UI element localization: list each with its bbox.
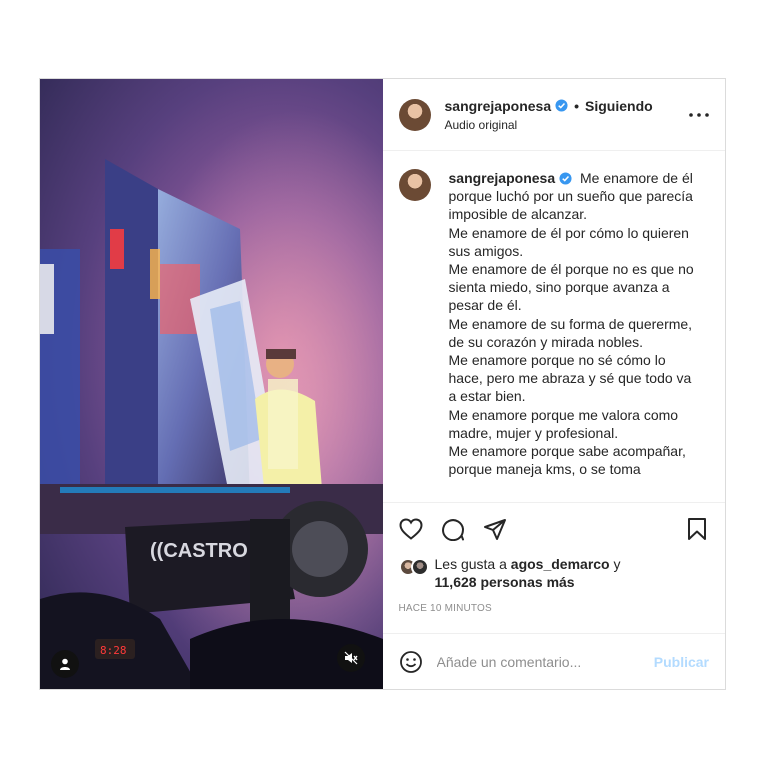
likes-text: Les gusta a agos_demarco y 11,628 person… (435, 555, 621, 591)
save-button[interactable] (685, 517, 709, 541)
liker-avatar[interactable] (410, 558, 429, 576)
likes-user-link[interactable]: agos_demarco (511, 556, 610, 572)
muted-audio-icon (344, 651, 358, 665)
author-line: sangrejaponesa • Siguiendo (445, 98, 688, 114)
instagram-post: ((CASTRO 8:28 sangrejaponesa • Siguiendo… (39, 78, 726, 690)
heart-icon (398, 518, 423, 540)
verified-badge-icon (555, 99, 568, 112)
post-video[interactable]: ((CASTRO 8:28 (40, 79, 383, 689)
emoji-icon[interactable] (399, 650, 423, 674)
comment-button[interactable] (441, 517, 465, 541)
more-options-icon (689, 112, 709, 117)
separator-dot: • (574, 97, 580, 114)
post-timestamp[interactable]: HACE 10 MINUTOS (383, 603, 726, 633)
following-button[interactable]: Siguiendo (585, 98, 653, 114)
caption-paragraph: Me enamore porque me valora como madre, … (448, 406, 679, 441)
audio-label[interactable]: Audio original (445, 118, 688, 132)
caption-area: sangrejaponesa Me enamore de él porque l… (382, 151, 725, 503)
caption-author-avatar[interactable] (398, 169, 431, 201)
author-username[interactable]: sangrejaponesa (445, 98, 552, 114)
likes-count-link[interactable]: 11,628 personas más (435, 574, 575, 590)
svg-text:8:28: 8:28 (100, 644, 127, 657)
likes-prefix: Les gusta a (434, 556, 507, 572)
caption-paragraph: Me enamore de su forma de quererme, de s… (448, 315, 693, 350)
mute-toggle-button[interactable] (337, 644, 365, 672)
caption-first-line: sangrejaponesa Me enamore de él porque l… (449, 169, 703, 224)
comment-input[interactable] (436, 653, 654, 670)
caption-text: sangrejaponesa Me enamore de él porque l… (449, 169, 703, 502)
caption-paragraph: Me enamore de él por cómo lo quieren sus… (448, 224, 689, 259)
caption-username[interactable]: sangrejaponesa (449, 170, 556, 186)
more-options-button[interactable] (687, 103, 711, 127)
liker-avatars (398, 558, 429, 576)
caption-paragraph: Me enamore porque sabe acompañar, porque… (448, 443, 686, 478)
caption-paragraph: Me enamore porque no sé cómo lo hace, pe… (448, 352, 692, 405)
concert-scene: ((CASTRO 8:28 (40, 79, 383, 689)
post-side-panel: sangrejaponesa • Siguiendo Audio origina… (382, 79, 726, 689)
likes-summary: Les gusta a agos_demarco y 11,628 person… (383, 555, 726, 603)
castro-sign-text: ((CASTRO (150, 540, 248, 562)
share-button[interactable] (483, 517, 507, 541)
bookmark-icon (688, 518, 706, 540)
post-header: sangrejaponesa • Siguiendo Audio origina… (382, 79, 725, 151)
comment-icon (441, 519, 464, 541)
author-info: sangrejaponesa • Siguiendo Audio origina… (445, 98, 688, 132)
action-bar (383, 503, 726, 555)
publish-button[interactable]: Publicar (654, 654, 709, 670)
likes-connector: y (613, 556, 621, 572)
tagged-users-button[interactable] (51, 650, 79, 678)
verified-badge-icon (559, 172, 572, 185)
share-icon (483, 519, 506, 540)
user-tag-icon (60, 658, 70, 670)
comment-bar: Publicar (382, 633, 725, 689)
author-avatar[interactable] (398, 98, 431, 131)
like-button[interactable] (398, 517, 423, 541)
caption-paragraph: Me enamore de él porque no es que no sie… (448, 261, 694, 314)
